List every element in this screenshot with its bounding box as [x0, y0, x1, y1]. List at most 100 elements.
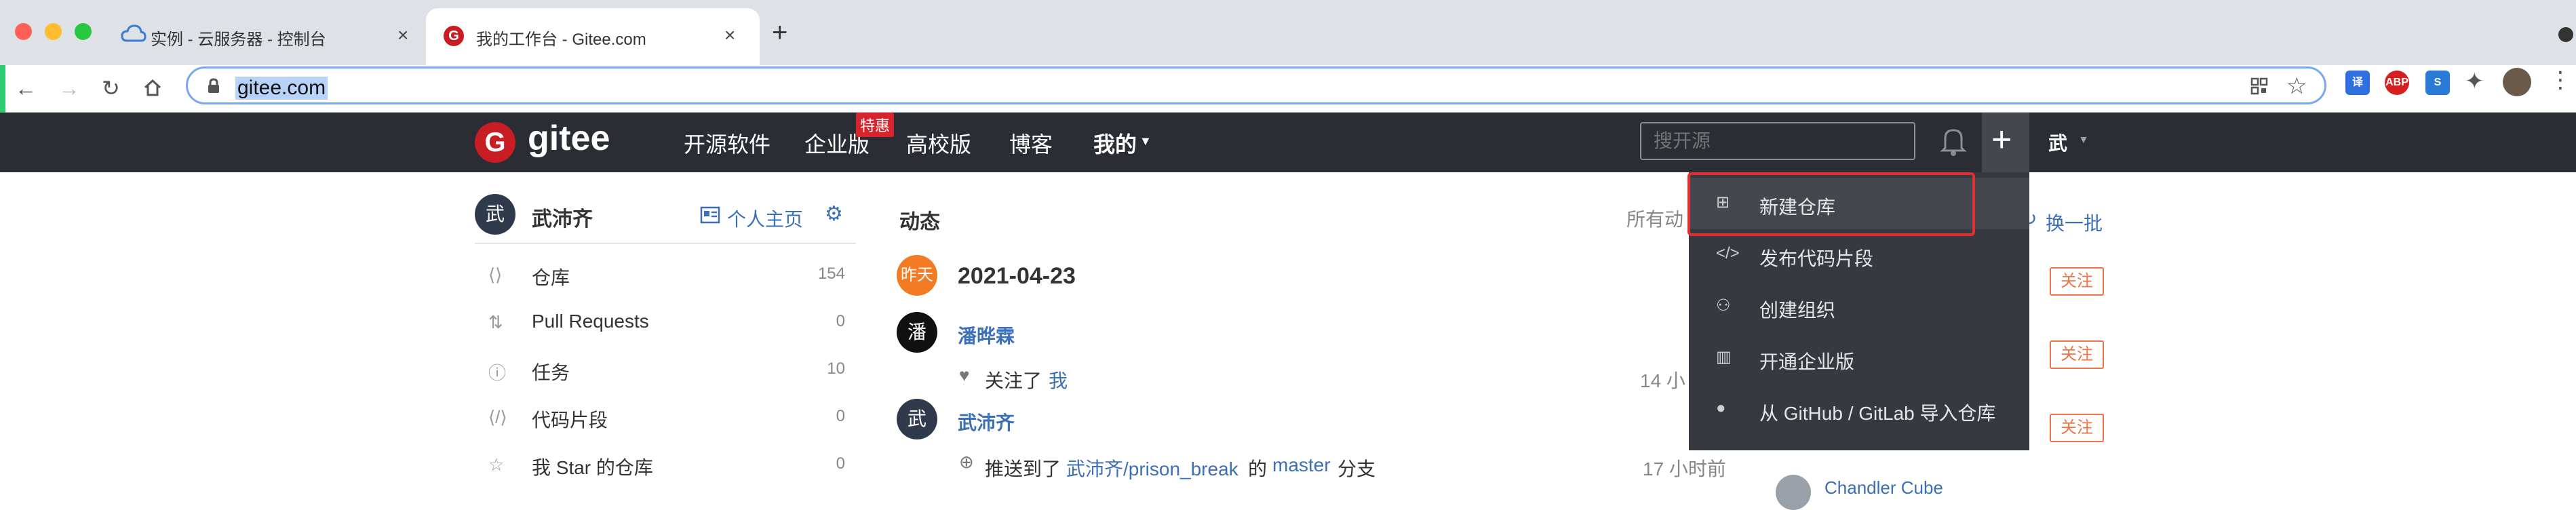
sidebar-item-count: 0: [836, 312, 845, 330]
close-tab-icon[interactable]: ×: [724, 24, 735, 46]
sidebar-item-label: 代码片段: [532, 410, 608, 431]
sidebar-item-label: 任务: [532, 362, 570, 383]
event-action: 推送到了: [985, 458, 1061, 479]
event-text: 分支: [1338, 458, 1376, 479]
close-window-icon[interactable]: [15, 23, 32, 40]
day-badge: 昨天: [897, 255, 937, 296]
chevron-down-icon[interactable]: ▼: [2078, 134, 2089, 146]
screenshot-extension-icon[interactable]: S: [2425, 71, 2450, 95]
url-text[interactable]: gitee.com: [235, 77, 328, 100]
sidebar-item-count: 0: [836, 407, 845, 425]
event-text: 的: [1248, 458, 1268, 479]
sidebar-item-label: Pull Requests: [532, 311, 649, 332]
issue-icon: ⓘ: [488, 363, 507, 383]
gitee-logo-icon[interactable]: G: [475, 122, 515, 163]
avatar[interactable]: [1776, 475, 1811, 510]
sidebar-item-pull-requests[interactable]: ⇅ Pull Requests 0: [475, 302, 848, 350]
push-icon: ⊕: [959, 452, 974, 472]
heart-icon: ♥: [959, 365, 970, 385]
sidebar-item-issues[interactable]: ⓘ 任务 10: [475, 350, 848, 397]
event-time: 14 小: [1640, 370, 1685, 391]
avatar[interactable]: 潘: [897, 312, 937, 353]
feed-filter[interactable]: 所有动: [1626, 205, 1683, 232]
create-menu-button[interactable]: +: [1982, 113, 2029, 172]
star-icon: ☆: [488, 454, 505, 475]
home-icon[interactable]: [142, 77, 163, 98]
menu-item-publish-snippet[interactable]: </> 发布代码片段: [1689, 229, 2029, 281]
address-bar[interactable]: gitee.com ☆: [186, 66, 2326, 104]
settings-gear-icon[interactable]: ⚙: [825, 202, 843, 226]
sidebar-item-repos[interactable]: ⟨⟩ 仓库 154: [475, 255, 848, 302]
user-name[interactable]: 武沛齐: [532, 202, 593, 232]
event-branch-link[interactable]: master: [1272, 454, 1331, 476]
menu-item-import-repo[interactable]: ● 从 GitHub / GitLab 导入仓库: [1689, 384, 2029, 435]
menu-item-label: 开通企业版: [1759, 351, 1855, 372]
extensions-icon[interactable]: ✦: [2465, 68, 2484, 95]
gitee-logo-text[interactable]: gitee: [528, 118, 610, 159]
nav-open-source[interactable]: 开源软件: [684, 128, 770, 159]
profile-card-icon[interactable]: [700, 206, 720, 224]
enterprise-icon: ▥: [1716, 348, 1732, 366]
event-action: 关注了: [985, 370, 1042, 391]
bookmark-star-icon[interactable]: ☆: [2286, 73, 2307, 100]
gitee-favicon: G: [444, 26, 464, 46]
menu-item-label: 发布代码片段: [1759, 248, 1874, 269]
sidebar-item-label: 我 Star 的仓库: [532, 457, 653, 478]
feed-title: 动态: [899, 211, 940, 233]
close-tab-icon[interactable]: ×: [397, 24, 408, 46]
nav-blog[interactable]: 博客: [1009, 128, 1053, 159]
follow-button[interactable]: 关注: [2050, 267, 2104, 296]
translate-extension-icon[interactable]: 译: [2345, 71, 2370, 95]
nav-education[interactable]: 高校版: [906, 128, 971, 159]
gitee-header: G gitee 开源软件 企业版 特惠 高校版 博客 我的 ▼ + 武 ▼: [0, 113, 2576, 172]
menu-item-label: 创建组织: [1759, 300, 1836, 321]
browser-menu-icon[interactable]: ⋮: [2549, 66, 2572, 94]
event-user-link[interactable]: 武沛齐: [958, 408, 1015, 435]
event-time: 17 小时前: [1643, 458, 1726, 479]
event-user-link[interactable]: 潘晔霖: [958, 321, 1015, 349]
profile-home-link[interactable]: 个人主页: [727, 205, 803, 232]
tab-search-icon[interactable]: [2558, 27, 2573, 42]
sidebar-item-count: 10: [827, 359, 845, 378]
qr-code-icon[interactable]: [2250, 77, 2269, 96]
event-target-link[interactable]: 我: [1049, 366, 1068, 393]
avatar[interactable]: 武: [897, 399, 937, 439]
browser-tab-gitee[interactable]: G 我的工作台 - Gitee.com ×: [426, 8, 760, 65]
plus-icon: +: [1991, 120, 2012, 159]
new-tab-button[interactable]: +: [772, 18, 787, 48]
divider: [475, 243, 856, 244]
back-icon[interactable]: ←: [15, 77, 37, 99]
reload-icon[interactable]: ↻: [102, 77, 120, 99]
refresh-recommend-link[interactable]: 换一批: [2046, 209, 2103, 236]
cloud-icon: [121, 24, 147, 42]
browser-tab-console[interactable]: 实例 - 云服务器 - 控制台 ×: [106, 8, 425, 65]
snippet-icon: ⟨/⟩: [488, 407, 507, 427]
event-repo-link[interactable]: 武沛齐/prison_break: [1066, 454, 1238, 482]
maximize-window-icon[interactable]: [75, 23, 92, 40]
sidebar-item-starred[interactable]: ☆ 我 Star 的仓库 0: [475, 445, 848, 492]
recommended-user-link[interactable]: Chandler Cube: [1824, 477, 1943, 498]
sidebar-item-label: 仓库: [532, 267, 570, 288]
lock-icon[interactable]: [207, 78, 220, 94]
nav-mine[interactable]: 我的: [1093, 128, 1137, 159]
chevron-down-icon: ▼: [1139, 134, 1152, 148]
minimize-window-icon[interactable]: [45, 23, 62, 40]
profile-avatar[interactable]: [2503, 68, 2531, 96]
follow-button[interactable]: 关注: [2050, 414, 2104, 442]
user-avatar[interactable]: 武: [475, 194, 515, 235]
user-menu[interactable]: 武: [2048, 129, 2067, 156]
pull-request-icon: ⇅: [488, 312, 503, 332]
forward-icon[interactable]: →: [58, 77, 80, 99]
enterprise-promo-badge: 特惠: [856, 113, 895, 137]
sidebar-item-snippets[interactable]: ⟨/⟩ 代码片段 0: [475, 397, 848, 445]
adblock-extension-icon[interactable]: ABP: [2385, 71, 2409, 95]
feed-date: 2021-04-23: [958, 263, 1076, 289]
highlight-box: [1687, 172, 1975, 236]
tab-title: 我的工作台 - Gitee.com: [476, 31, 646, 49]
notification-bell-icon[interactable]: [1940, 125, 1967, 157]
follow-button[interactable]: 关注: [2050, 340, 2104, 369]
menu-item-create-org[interactable]: ⚇ 创建组织: [1689, 281, 2029, 332]
github-icon: ●: [1716, 399, 1726, 417]
search-input[interactable]: [1640, 122, 1915, 160]
menu-item-enterprise[interactable]: ▥ 开通企业版: [1689, 332, 2029, 384]
